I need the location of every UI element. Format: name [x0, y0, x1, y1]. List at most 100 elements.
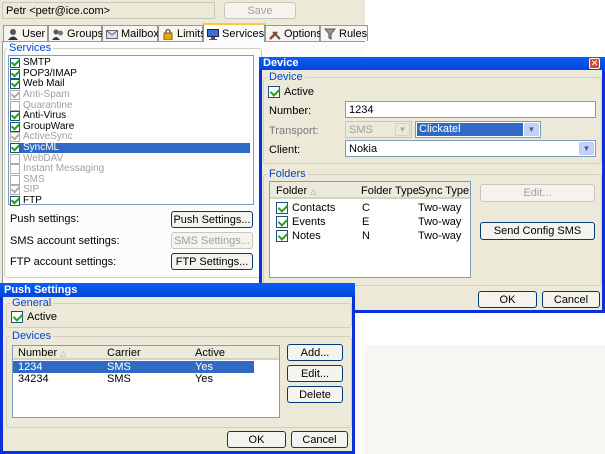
tab-rules-label: Rules [339, 27, 368, 40]
device-number-cell: 1234 [18, 361, 43, 373]
push-settings-label: Push settings: [10, 213, 80, 225]
number-field[interactable]: 1234 [345, 101, 596, 118]
user-name-field[interactable]: Petr <petr@ice.com> [2, 2, 215, 19]
service-checkbox[interactable] [10, 100, 20, 111]
folder-checkbox[interactable] [276, 216, 288, 228]
tab-limits[interactable]: Limits [158, 25, 206, 41]
service-item[interactable]: Anti-Spam [10, 90, 250, 101]
folder-name: Contacts [292, 202, 336, 214]
service-item[interactable]: Anti-Virus [10, 111, 250, 122]
folder-checkbox[interactable] [276, 230, 288, 242]
service-checkbox[interactable] [10, 174, 20, 185]
tab-mailbox[interactable]: Mailbox [102, 25, 159, 41]
service-label: Anti-Spam [23, 89, 70, 101]
service-item[interactable]: SIP [10, 185, 250, 196]
service-checkbox[interactable] [10, 90, 20, 101]
tab-options[interactable]: Options [265, 25, 322, 41]
device-active-cell: Yes [195, 361, 213, 373]
folder-type: E [362, 216, 370, 228]
add-device-button[interactable]: Add... [287, 344, 343, 361]
transport-label: Transport: [269, 125, 319, 137]
service-label: SMTP [23, 57, 51, 69]
service-checkbox[interactable] [10, 196, 20, 207]
general-legend: General [10, 297, 54, 309]
service-item[interactable]: FTP [10, 196, 250, 207]
folder-edit-button[interactable]: Edit... [480, 184, 595, 202]
push-ok-button[interactable]: OK [227, 431, 286, 448]
push-active-checkbox[interactable] [11, 311, 23, 323]
delete-device-button[interactable]: Delete [287, 386, 343, 403]
folders-legend: Folders [267, 168, 308, 180]
folder-type: N [362, 230, 370, 242]
device-active-checkbox[interactable] [268, 86, 280, 98]
save-button[interactable]: Save [224, 2, 296, 19]
background-window-fragment [365, 345, 605, 454]
client-value: Nokia [349, 142, 378, 155]
mailbox-icon [106, 28, 118, 40]
service-label: POP3/IMAP [23, 67, 77, 79]
service-label: SyncML [23, 142, 60, 154]
services-icon [207, 28, 219, 40]
device-number-cell: 34234 [18, 373, 49, 385]
chevron-down-icon: ▼ [395, 123, 410, 136]
service-checkbox[interactable] [10, 185, 20, 196]
service-checkbox[interactable] [10, 132, 20, 143]
service-label: GroupWare [23, 120, 75, 132]
push-cancel-button[interactable]: Cancel [291, 431, 348, 448]
service-checkbox[interactable] [10, 143, 20, 154]
device-active-cell: Yes [195, 373, 213, 385]
service-item[interactable]: SyncML [10, 143, 250, 154]
chevron-down-icon: ▼ [524, 123, 539, 136]
send-config-sms-button[interactable]: Send Config SMS [480, 222, 595, 240]
tab-rules[interactable]: Rules [320, 25, 368, 41]
device-carrier-cell: SMS [107, 361, 131, 373]
service-checkbox[interactable] [10, 153, 20, 164]
transport-select[interactable]: SMS ▼ [345, 121, 412, 138]
device-active-row[interactable]: Active [268, 86, 314, 98]
tab-limits-label: Limits [177, 27, 206, 40]
device-cancel-button[interactable]: Cancel [542, 291, 600, 308]
push-active-row[interactable]: Active [11, 311, 57, 323]
service-checkbox[interactable] [10, 79, 20, 90]
service-label: WebDAV [23, 152, 64, 164]
tab-services[interactable]: Services [203, 23, 265, 42]
devices-col-number[interactable]: Number △ [18, 347, 66, 359]
tab-groups[interactable]: Groups [48, 25, 103, 41]
sms-settings-button[interactable]: SMS Settings... [171, 232, 253, 249]
folder-name: Events [292, 216, 326, 228]
service-label: SMS [23, 173, 45, 185]
service-checkbox[interactable] [10, 68, 20, 79]
tab-user-label: User [22, 27, 46, 40]
table-row[interactable]: 34234 SMS Yes [13, 373, 254, 385]
service-item[interactable]: SMTP [10, 58, 250, 69]
ftp-settings-button[interactable]: FTP Settings... [171, 253, 253, 270]
service-checkbox[interactable] [10, 164, 20, 175]
provider-select[interactable]: Clickatel ▼ [415, 121, 541, 138]
service-item[interactable]: Instant Messaging [10, 164, 250, 175]
service-checkbox[interactable] [10, 121, 20, 132]
folders-col-folder[interactable]: Folder △ [276, 185, 316, 197]
service-label: Instant Messaging [23, 163, 105, 175]
folder-checkbox[interactable] [276, 202, 288, 214]
push-settings-button[interactable]: Push Settings... [171, 211, 253, 228]
devices-col-carrier[interactable]: Carrier [107, 347, 141, 359]
sms-settings-label: SMS account settings: [10, 235, 120, 247]
edit-device-button[interactable]: Edit... [287, 365, 343, 382]
close-icon[interactable]: ✕ [589, 58, 600, 69]
service-checkbox[interactable] [10, 58, 20, 69]
lock-icon [162, 28, 174, 40]
folders-col-type[interactable]: Folder Type [361, 185, 419, 197]
devices-col-active[interactable]: Active [195, 347, 225, 359]
filter-icon [323, 28, 337, 40]
service-item[interactable]: SMS [10, 173, 250, 186]
services-legend: Services [7, 42, 54, 54]
tools-icon [269, 28, 281, 40]
folders-col-sync[interactable]: Sync Type [418, 185, 469, 197]
table-row[interactable]: 1234 SMS Yes [13, 361, 254, 373]
service-checkbox[interactable] [10, 111, 20, 122]
tab-user[interactable]: User [3, 25, 48, 41]
client-select[interactable]: Nokia ▼ [345, 140, 596, 157]
service-label: FTP [23, 195, 42, 207]
service-label: Web Mail [23, 78, 65, 90]
device-ok-button[interactable]: OK [478, 291, 537, 308]
